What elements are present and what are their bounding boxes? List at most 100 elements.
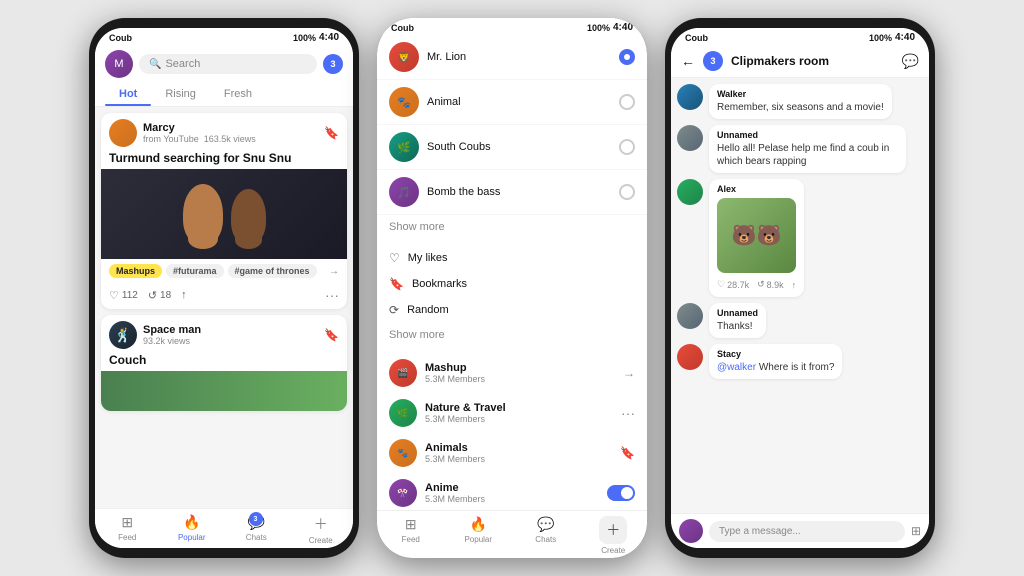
animal-avatar: 🐾 xyxy=(389,87,419,117)
phone-1: Coub 100% 4:40 M 🔍 Search 3 Hot Rising F… xyxy=(89,18,359,558)
alex-likes[interactable]: ♡ 28.7k xyxy=(717,279,749,290)
create-icon: ＋ xyxy=(314,514,328,534)
search-input[interactable]: 🔍 Search xyxy=(139,54,317,74)
share-action[interactable]: ↑ xyxy=(181,289,187,301)
image-upload-icon[interactable]: ⊞ xyxy=(911,524,921,538)
nav-feed-label: Feed xyxy=(118,533,136,542)
alex-reposts[interactable]: ↺ 8.9k xyxy=(757,279,784,290)
back-arrow[interactable]: ← xyxy=(681,53,695,69)
heart-menu-icon: ♡ xyxy=(389,251,400,265)
bookmark-icon-2[interactable]: 🔖 xyxy=(324,328,339,342)
search-bar: M 🔍 Search 3 xyxy=(95,45,353,82)
status-bar-3: Coub 100% 4:40 xyxy=(671,28,929,45)
card-2-title: Couch xyxy=(101,353,347,371)
p2-nav-create[interactable]: ＋ Create xyxy=(580,516,642,548)
p2-create-label: Create xyxy=(601,546,625,548)
msg-alex: Alex 🐻🐻 ♡ 28.7k ↺ 8.9k xyxy=(677,179,923,297)
menu-random[interactable]: ⟳ Random xyxy=(383,297,641,323)
reposts-action[interactable]: ↺ 18 xyxy=(148,289,171,302)
notification-badge[interactable]: 3 xyxy=(323,54,343,74)
chat-room-icon[interactable]: 💬 xyxy=(902,53,919,70)
section-mashup[interactable]: 🎬 Mashup 5.3M Members → xyxy=(383,353,641,393)
anime-toggle-dot xyxy=(621,487,633,499)
tag-futurama[interactable]: #futurama xyxy=(166,264,224,278)
animals-avatar: 🐾 xyxy=(389,439,417,467)
phone-3-screen: Coub 100% 4:40 ← 3 Clipmakers room 💬 Wal… xyxy=(671,28,929,548)
tag-got[interactable]: #game of thrones xyxy=(228,264,317,278)
nav-chats[interactable]: 3 💬 Chats xyxy=(224,514,289,545)
mashup-avatar: 🎬 xyxy=(389,359,417,387)
card-2-avatar: 🕺 xyxy=(109,321,137,349)
chat-messages: Walker Remember, six seasons and a movie… xyxy=(671,78,929,513)
alex-avatar xyxy=(677,179,703,205)
nature-avatar: 🌿 xyxy=(389,399,417,427)
tag-mashups[interactable]: Mashups xyxy=(109,264,162,278)
drawer-item-bomb-the-bass[interactable]: 🎵 Bomb the bass xyxy=(383,170,641,215)
more-dots-2[interactable]: ··· xyxy=(621,405,635,421)
walker-bubble: Walker Remember, six seasons and a movie… xyxy=(709,84,892,119)
alex-name: Alex xyxy=(717,184,796,194)
menu-bookmarks[interactable]: 🔖 Bookmarks xyxy=(383,271,641,297)
bomb-the-bass-label: Bomb the bass xyxy=(427,186,611,198)
tab-hot[interactable]: Hot xyxy=(105,82,151,106)
mr-lion-label: Mr. Lion xyxy=(427,51,611,63)
phone-1-screen: Coub 100% 4:40 M 🔍 Search 3 Hot Rising F… xyxy=(95,28,353,548)
card-2-header: 🕺 Space man 93.2k views 🔖 xyxy=(101,315,347,353)
unnamed-2-name: Unnamed xyxy=(717,308,758,318)
nav-create[interactable]: ＋ Create xyxy=(289,514,354,545)
my-likes-label: My likes xyxy=(408,252,448,264)
anime-toggle[interactable] xyxy=(607,485,635,501)
section-nature[interactable]: 🌿 Nature & Travel 5.3M Members ··· xyxy=(383,393,641,433)
menu-my-likes[interactable]: ♡ My likes xyxy=(383,245,641,271)
likes-action[interactable]: ♡ 112 xyxy=(109,289,138,302)
mashup-arrow: → xyxy=(623,366,635,380)
card-1-source: from YouTube 163.5k views xyxy=(143,134,318,144)
stacy-text-rest: Where is it from? xyxy=(759,362,835,373)
phone-2: Coub 100% 4:40 🦁 Mr. Lion 🐾 Animal xyxy=(377,18,647,558)
drawer-item-animal[interactable]: 🐾 Animal xyxy=(383,80,641,125)
bookmark-icon-1[interactable]: 🔖 xyxy=(324,126,339,140)
radio-bomb-the-bass[interactable] xyxy=(619,184,635,200)
tab-rising[interactable]: Rising xyxy=(151,82,210,106)
share-icon-msg: ↑ xyxy=(792,280,797,290)
show-more-channels[interactable]: Show more xyxy=(383,215,641,239)
unnamed-1-name: Unnamed xyxy=(717,130,898,140)
show-more-menu[interactable]: Show more xyxy=(383,323,641,347)
section-anime[interactable]: 🎌 Anime 5.3M Members xyxy=(383,473,641,510)
repost-icon-msg: ↺ xyxy=(757,279,765,290)
section-animals[interactable]: 🐾 Animals 5.3M Members 🔖 xyxy=(383,433,641,473)
show-more-menu-label: Show more xyxy=(389,329,445,341)
card-1: Marcy from YouTube 163.5k views 🔖 Turmun… xyxy=(101,113,347,309)
tag-more-icon[interactable]: → xyxy=(329,266,339,277)
alex-image: 🐻🐻 xyxy=(717,198,796,273)
p2-nav-chats[interactable]: 💬 Chats xyxy=(512,516,580,548)
chat-title: Clipmakers room xyxy=(731,54,894,68)
alex-share[interactable]: ↑ xyxy=(792,279,797,290)
nature-label-wrap: Nature & Travel 5.3M Members xyxy=(425,402,613,424)
battery-2: 100% xyxy=(587,28,610,33)
p2-nav-feed[interactable]: ⊞ Feed xyxy=(383,516,445,548)
bottom-nav-1: ⊞ Feed 🔥 Popular 3 💬 Chats ＋ Create xyxy=(95,508,353,548)
chat-input[interactable]: Type a message... xyxy=(709,521,905,542)
walker-name: Walker xyxy=(717,89,884,99)
animals-name: Animals xyxy=(425,442,612,454)
animals-bm[interactable]: 🔖 xyxy=(620,446,635,460)
phone-2-screen: Coub 100% 4:40 🦁 Mr. Lion 🐾 Animal xyxy=(383,28,641,548)
action-row-1: ♡ 112 ↺ 18 ↑ ··· xyxy=(101,283,347,309)
radio-south-coubs[interactable] xyxy=(619,139,635,155)
bears-image-placeholder: 🐻🐻 xyxy=(717,198,796,273)
unnamed-2-bubble: Unnamed Thanks! xyxy=(709,303,766,338)
nav-feed[interactable]: ⊞ Feed xyxy=(95,514,160,545)
nav-popular[interactable]: 🔥 Popular xyxy=(160,514,225,545)
radio-animal[interactable] xyxy=(619,94,635,110)
tab-fresh[interactable]: Fresh xyxy=(210,82,266,106)
chat-header: ← 3 Clipmakers room 💬 xyxy=(671,45,929,78)
p2-create-btn[interactable]: ＋ xyxy=(599,516,627,544)
drawer-item-south-coubs[interactable]: 🌿 South Coubs xyxy=(383,125,641,170)
p2-nav-popular[interactable]: 🔥 Popular xyxy=(445,516,513,548)
drawer-item-mr-lion[interactable]: 🦁 Mr. Lion xyxy=(383,35,641,80)
radio-mr-lion[interactable] xyxy=(619,49,635,65)
stacy-text: @walker Where is it from? xyxy=(717,361,834,374)
animals-label-wrap: Animals 5.3M Members xyxy=(425,442,612,464)
more-dots[interactable]: ··· xyxy=(325,287,339,303)
